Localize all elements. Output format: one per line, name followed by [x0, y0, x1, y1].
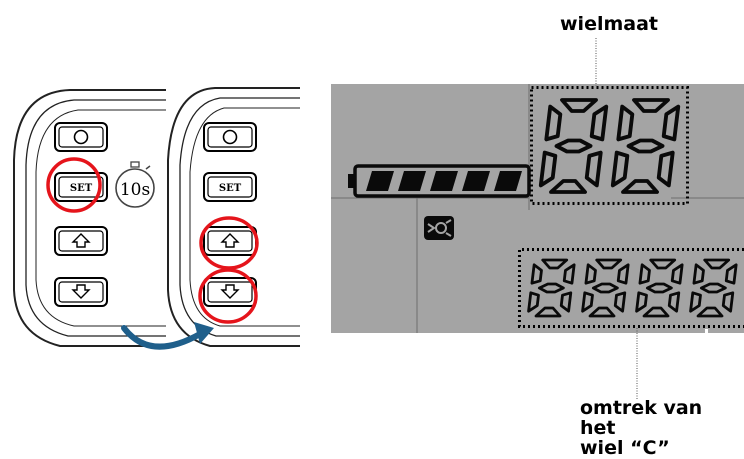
- circumference-label-line2: wiel “C”: [580, 437, 670, 459]
- wheel-size-label: wielmaat: [560, 13, 658, 35]
- circumference-label-line1: omtrek van het: [580, 397, 703, 439]
- leader-lines: [595, 38, 638, 400]
- circumference-label: omtrek van het wiel “C”: [580, 398, 744, 458]
